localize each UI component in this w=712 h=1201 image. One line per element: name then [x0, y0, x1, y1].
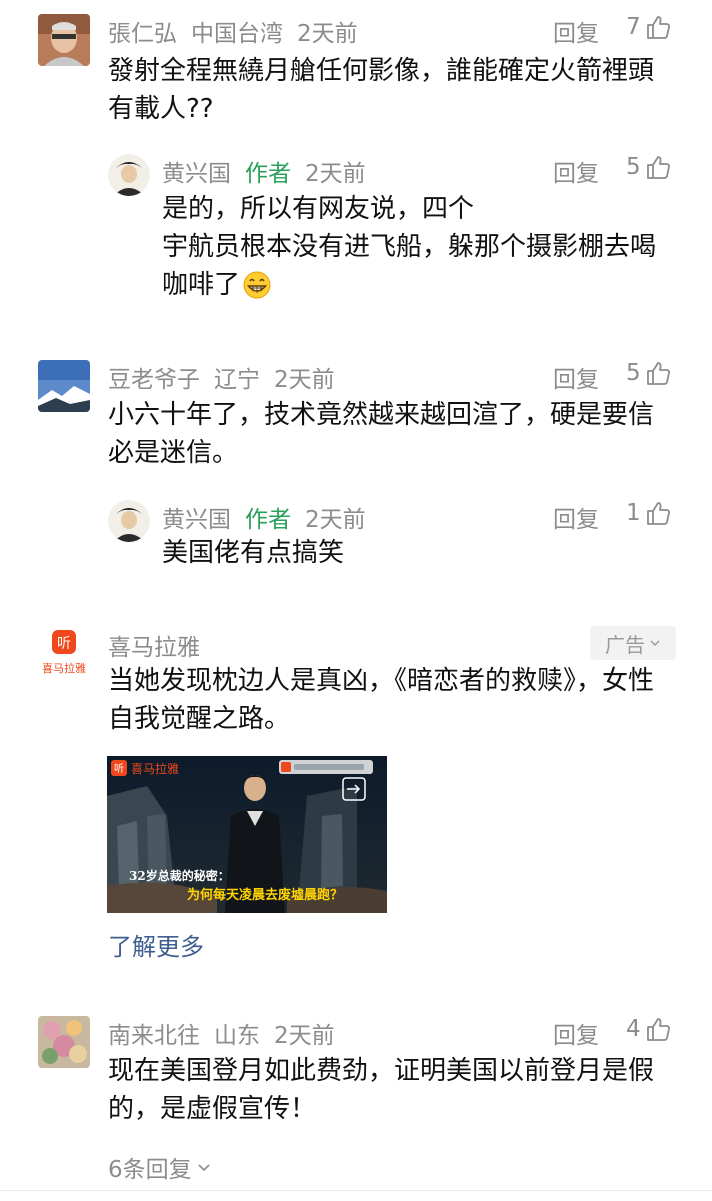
username[interactable]: 張仁弘 [108, 21, 177, 47]
svg-text:喜马拉雅: 喜马拉雅 [131, 761, 179, 776]
grinning-emoji-icon [243, 271, 271, 299]
comment-line: 的，是虚假宣传！ [108, 1094, 317, 1124]
comment-line: 宇航员根本没有进飞船，躲那个摄影棚去喝 [162, 232, 657, 262]
like-count: 7 [626, 14, 641, 40]
like-button[interactable]: 1 [626, 500, 671, 526]
comment-meta: 豆老爷子 辽宁 2天前 [108, 360, 335, 394]
chevron-down-icon [198, 1164, 210, 1172]
more-replies-button[interactable]: 6条回复 [108, 1150, 212, 1184]
comment-line: 咖啡了 [162, 266, 656, 304]
avatar[interactable] [38, 360, 90, 412]
ad-brand-name[interactable]: 喜马拉雅 [108, 628, 200, 662]
brand-logo[interactable]: 听 喜马拉雅 [38, 628, 90, 680]
like-count: 5 [626, 360, 641, 386]
chevron-down-icon [650, 640, 660, 647]
reply-button[interactable]: 回复 [553, 154, 599, 188]
comment-line: 美国佬有点搞笑 [162, 538, 345, 568]
timestamp: 2天前 [297, 21, 358, 47]
author-tag: 作者 [245, 507, 291, 533]
timestamp: 2天前 [305, 507, 366, 533]
comment-text: 现在美国登月如此费劲，证明美国以前登月是假 的，是虚假宣传！ [108, 1052, 654, 1128]
location: 山东 [214, 1023, 260, 1049]
comment-line: 必是迷信。 [108, 438, 239, 468]
comment-meta: 張仁弘 中国台湾 2天前 [108, 14, 358, 48]
thumbs-up-icon [646, 156, 670, 179]
reply-text: 是的，所以有网友说，四个 宇航员根本没有进飞船，躲那个摄影棚去喝 咖啡了 [162, 190, 656, 304]
reply-meta: 黄兴国 作者 2天前 [162, 154, 366, 188]
ad-image[interactable]: 听 喜马拉雅 32岁总裁的秘密： 为何每天凌晨去废墟晨跑？ [107, 756, 387, 913]
comment-line: 是的，所以有网友说，四个 [162, 194, 475, 224]
comment-line: 發射全程無繞月艙任何影像，誰能確定火箭裡頭 [108, 56, 655, 86]
reply-button[interactable]: 回复 [553, 500, 599, 534]
timestamp: 2天前 [274, 1023, 335, 1049]
comment-meta: 南来北往 山东 2天前 [108, 1016, 335, 1050]
reply-button[interactable]: 回复 [553, 1016, 599, 1050]
username[interactable]: 南来北往 [108, 1023, 200, 1049]
like-button[interactable]: 4 [626, 1016, 671, 1042]
avatar[interactable] [38, 1016, 90, 1068]
reply-button[interactable]: 回复 [553, 360, 599, 394]
ad-line: 自我觉醒之路。 [108, 704, 291, 734]
thumbs-up-icon [646, 362, 670, 385]
avatar[interactable] [108, 500, 150, 542]
reply-button[interactable]: 回复 [553, 14, 599, 48]
comment-line: 小六十年了，技术竟然越来越回渲了，硬是要信 [108, 400, 655, 430]
like-count: 5 [626, 154, 641, 180]
like-button[interactable]: 7 [626, 14, 671, 40]
reply-text: 美国佬有点搞笑 [162, 534, 344, 572]
ad-badge[interactable]: 广告 [590, 626, 676, 660]
location: 辽宁 [214, 367, 260, 393]
timestamp: 2天前 [274, 367, 335, 393]
reply-meta: 黄兴国 作者 2天前 [162, 500, 366, 534]
svg-text:为何每天凌晨去废墟晨跑？: 为何每天凌晨去废墟晨跑？ [187, 887, 343, 903]
ad-line: 当她发现枕边人是真凶，《暗恋者的救赎》，女性 [108, 666, 655, 696]
like-count: 1 [626, 500, 641, 526]
comment-text: 小六十年了，技术竟然越来越回渲了，硬是要信 必是迷信。 [108, 396, 654, 472]
like-count: 4 [626, 1016, 641, 1042]
comment-text: 發射全程無繞月艙任何影像，誰能確定火箭裡頭 有載人?? [108, 52, 654, 128]
svg-text:32岁总裁的秘密：: 32岁总裁的秘密： [129, 868, 230, 883]
bottom-edge [0, 1190, 712, 1201]
comment-line: 有載人?? [108, 94, 214, 124]
thumbs-up-icon [646, 1018, 670, 1041]
comment-line: 现在美国登月如此费劲，证明美国以前登月是假 [108, 1056, 655, 1086]
ad-text: 当她发现枕边人是真凶，《暗恋者的救赎》，女性 自我觉醒之路。 [108, 662, 654, 738]
thumbs-up-icon [646, 16, 670, 39]
svg-text:听: 听 [57, 636, 71, 652]
like-button[interactable]: 5 [626, 154, 671, 180]
learn-more-link[interactable]: 了解更多 [108, 927, 204, 962]
svg-text:喜马拉雅: 喜马拉雅 [42, 661, 86, 675]
thumbs-up-icon [646, 502, 670, 525]
author-tag: 作者 [245, 161, 291, 187]
location: 中国台湾 [191, 21, 283, 47]
username[interactable]: 黄兴国 [162, 161, 231, 187]
username[interactable]: 黄兴国 [162, 507, 231, 533]
svg-text:听: 听 [114, 763, 124, 775]
like-button[interactable]: 5 [626, 360, 671, 386]
avatar[interactable] [38, 14, 90, 66]
timestamp: 2天前 [305, 161, 366, 187]
avatar[interactable] [108, 154, 150, 196]
username[interactable]: 豆老爷子 [108, 367, 200, 393]
